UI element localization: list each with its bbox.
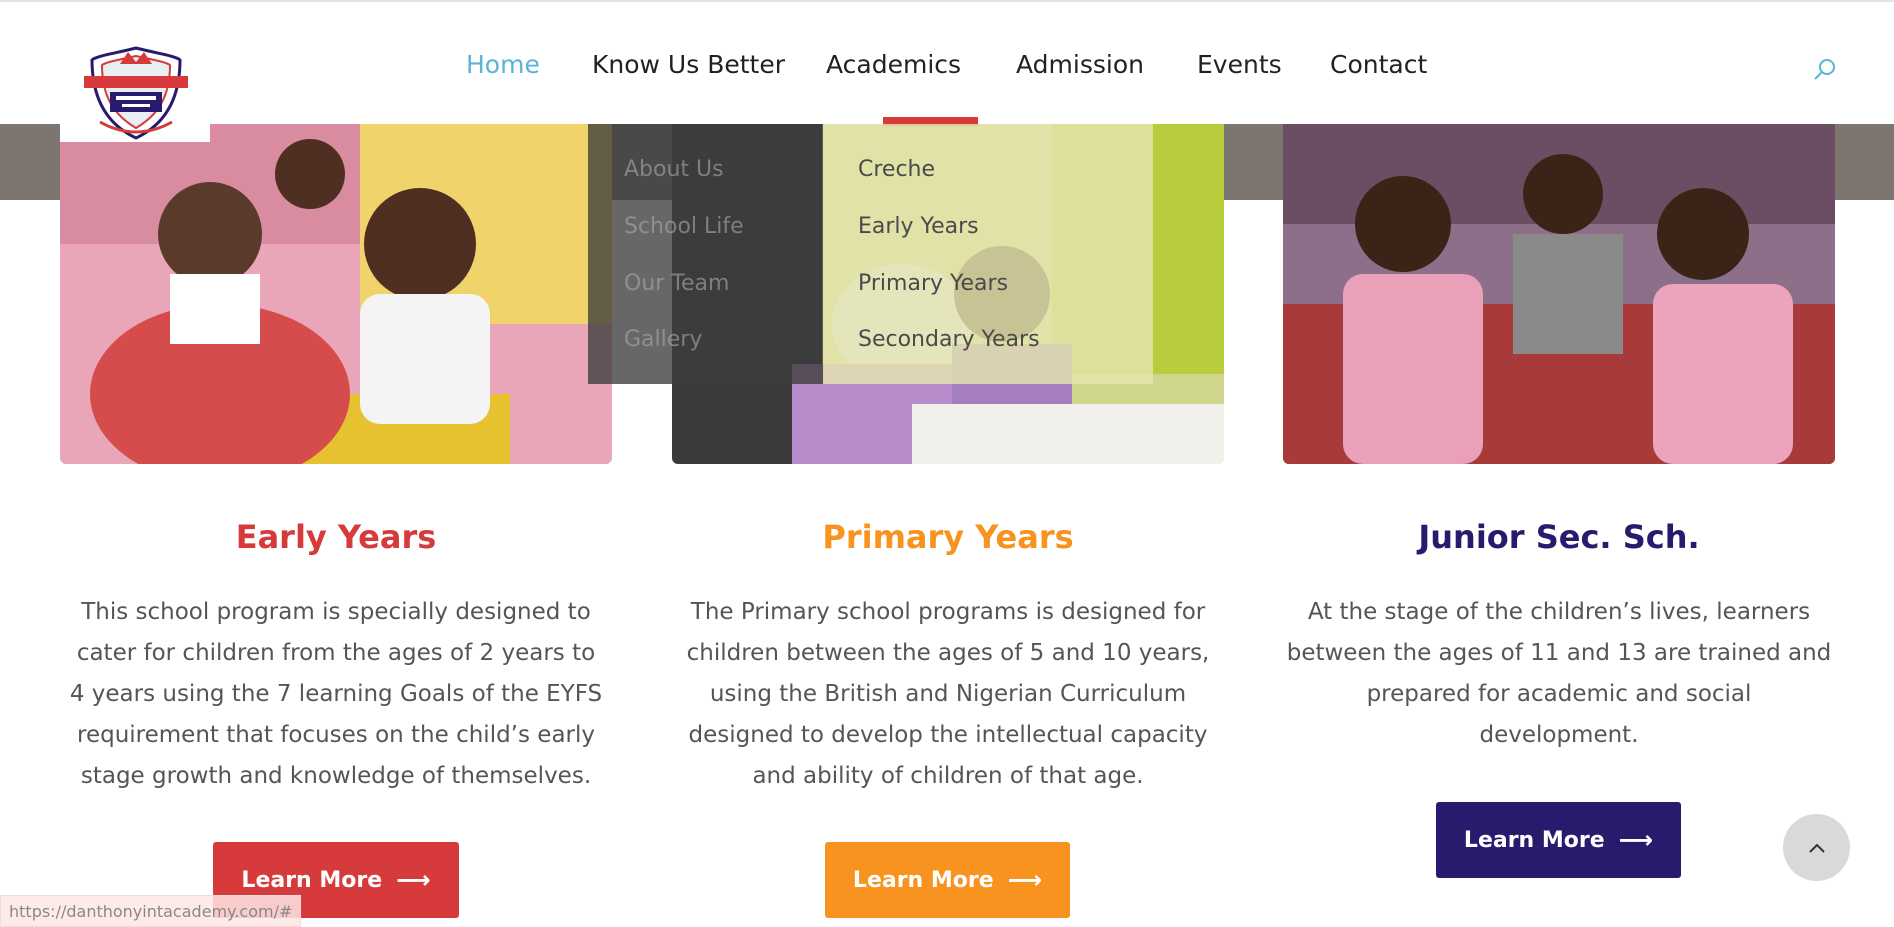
description-line: and ability of children of that age.	[752, 763, 1144, 789]
arrow-right-icon: ⟶	[1007, 866, 1043, 894]
nav-admission[interactable]: Admission	[1016, 50, 1144, 79]
early-years-title: Early Years	[235, 518, 437, 556]
logo-container[interactable]	[60, 2, 210, 142]
junior-secondary-description: At the stage of the children’s lives, le…	[1273, 592, 1845, 756]
chevron-up-icon	[1808, 843, 1825, 853]
menu-item-school-life[interactable]: School Life	[624, 214, 744, 239]
nav-home[interactable]: Home	[466, 50, 540, 79]
early-years-description: This school program is specially designe…	[50, 592, 622, 797]
academics-dropdown: Creche Early Years Primary Years Seconda…	[823, 124, 1153, 384]
description-line: The Primary school programs is designed …	[690, 599, 1206, 625]
arrow-right-icon: ⟶	[1618, 826, 1654, 854]
primary-years-learn-more-button[interactable]: Learn More ⟶	[825, 842, 1070, 918]
menu-item-primary-years[interactable]: Primary Years	[858, 271, 1008, 296]
scroll-to-top-button[interactable]	[1783, 814, 1850, 881]
button-label: Learn More	[241, 867, 383, 893]
early-years-photo	[60, 124, 612, 464]
menu-item-gallery[interactable]: Gallery	[624, 327, 702, 352]
arrow-right-icon: ⟶	[396, 866, 431, 894]
description-line: prepared for academic and social	[1366, 681, 1752, 707]
nav-contact[interactable]: Contact	[1330, 50, 1427, 79]
menu-item-creche[interactable]: Creche	[858, 157, 935, 182]
nav-know-us-better[interactable]: Know Us Better	[592, 50, 785, 79]
primary-years-description: The Primary school programs is designed …	[662, 592, 1234, 797]
link-status-bar: https://danthonyintacademy.com/#	[0, 895, 302, 927]
primary-years-title: Primary Years	[822, 518, 1074, 556]
menu-item-early-years[interactable]: Early Years	[858, 214, 979, 239]
junior-secondary-learn-more-button[interactable]: Learn More ⟶	[1436, 802, 1681, 878]
menu-item-secondary-years[interactable]: Secondary Years	[858, 327, 1040, 352]
know-us-dropdown: About Us School Life Our Team Gallery	[588, 124, 823, 384]
button-label: Learn More	[852, 867, 994, 893]
junior-secondary-title: Junior Sec. Sch.	[1418, 518, 1700, 556]
description-line: using the British and Nigerian Curriculu…	[709, 681, 1187, 707]
nav-academics[interactable]: Academics	[826, 50, 961, 79]
description-line: cater for children from the ages of 2 ye…	[76, 640, 596, 666]
description-line: stage growth and knowledge of themselves…	[80, 763, 592, 789]
description-line: 4 years using the 7 learning Goals of th…	[69, 681, 603, 707]
button-label: Learn More	[1463, 827, 1605, 853]
description-line: requirement that focuses on the child’s …	[77, 722, 595, 748]
menu-item-about-us[interactable]: About Us	[624, 157, 724, 182]
description-line: between the ages of 11 and 13 are traine…	[1286, 640, 1832, 666]
site-header: Home Know Us Better Academics Admission …	[0, 2, 1894, 126]
description-line: children between the ages of 5 and 10 ye…	[686, 640, 1210, 666]
description-line: At the stage of the children’s lives, le…	[1307, 599, 1811, 625]
search-icon[interactable]	[1812, 57, 1838, 83]
description-line: designed to develop the intellectual cap…	[688, 722, 1208, 748]
nav-events[interactable]: Events	[1197, 50, 1282, 79]
junior-secondary-photo	[1283, 124, 1835, 464]
academy-crest-logo	[84, 46, 188, 140]
menu-item-our-team[interactable]: Our Team	[624, 271, 729, 296]
description-line: This school program is specially designe…	[81, 599, 591, 625]
description-line: development.	[1479, 722, 1639, 748]
